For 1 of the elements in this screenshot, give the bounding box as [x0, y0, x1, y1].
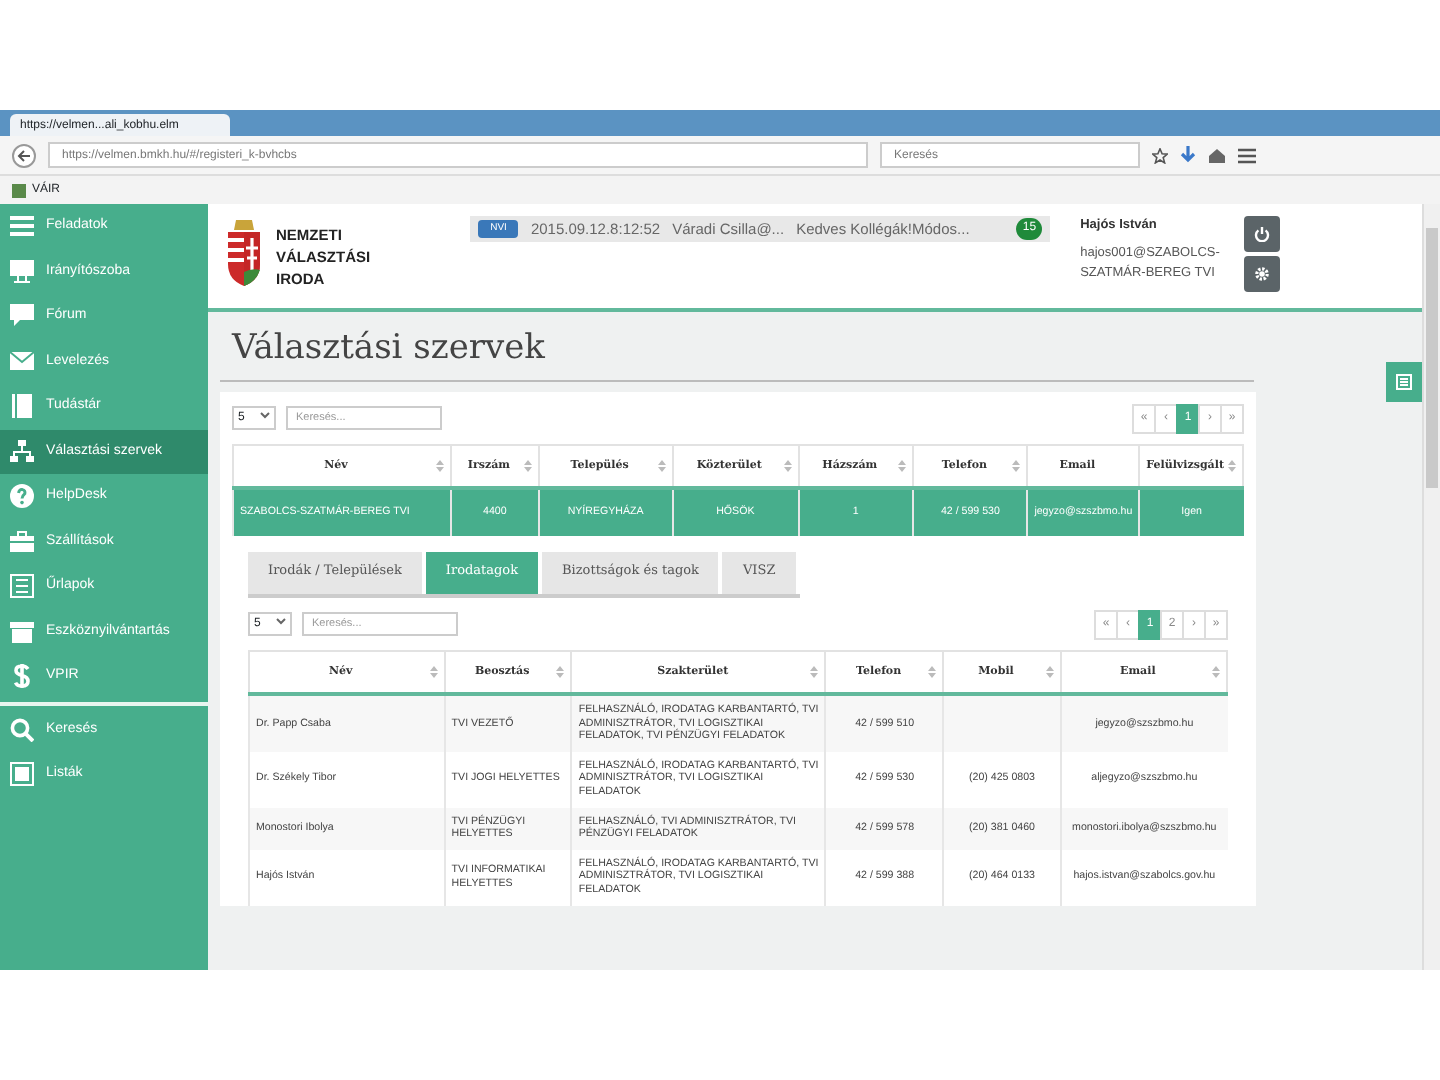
page-title: Választási szervek	[220, 312, 1254, 381]
